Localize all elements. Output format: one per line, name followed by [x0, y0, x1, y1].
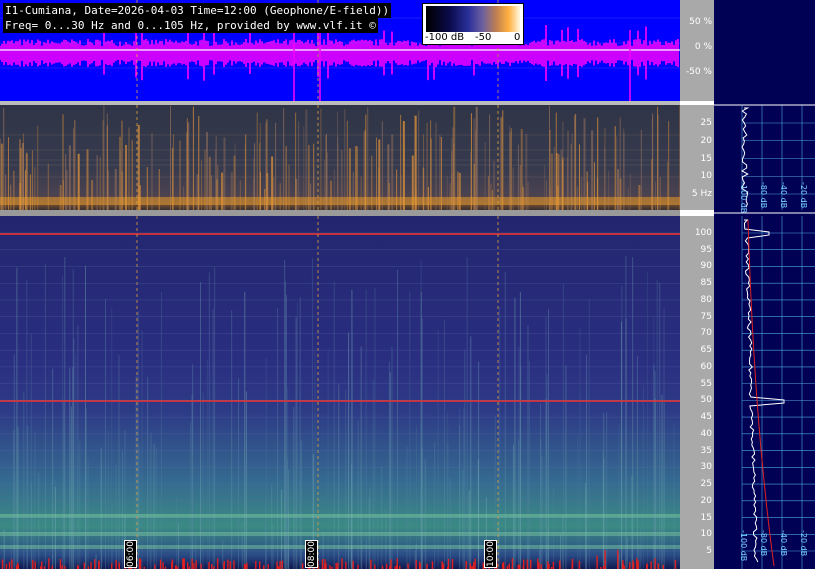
waveform-signal — [0, 25, 679, 81]
high-frequency-tick: 90 — [700, 261, 712, 272]
low-frequency-tick: 10 — [700, 171, 712, 182]
color-scale-legend: -100 dB -50 0 — [422, 3, 524, 45]
waveform-tick: 0 % — [694, 42, 712, 52]
high-frequency-tick: 70 — [700, 328, 712, 339]
high-frequency-tick: 100 — [694, 228, 712, 238]
color-scale-label-max: 0 — [514, 32, 521, 43]
high-frequency-tick: 85 — [700, 278, 712, 289]
high-frequency-tick: 55 — [700, 378, 712, 389]
high-frequency-tick: 10 — [700, 529, 712, 540]
low-frequency-spectrogram — [0, 105, 680, 210]
high-frequency-tick: 75 — [700, 311, 712, 322]
high-frequency-tick: 20 — [700, 495, 712, 506]
profile-trend-line — [747, 219, 775, 567]
spectrum-profile-pane: -100 dB -80 dB -40 dB -20 dB -100 dB -80 dB -4… — [714, 0, 815, 569]
waveform-tick: 50 % — [689, 17, 712, 27]
profile-db-label: -40 dB — [779, 182, 788, 209]
profile-db-label: -80 dB — [759, 182, 768, 209]
high-frequency-tick: 5 — [706, 546, 712, 556]
high-frequency-tick: 65 — [700, 345, 712, 356]
high-frequency-texture — [0, 216, 680, 569]
time-marker: 06:00 — [124, 540, 137, 568]
high-frequency-axis: 100 95 90 85 80 75 70 65 60 55 50 45 40 35 30 25 20 15 10 5 — [680, 216, 714, 569]
waveform-tick: -50 % — [685, 67, 712, 77]
high-frequency-tick: 25 — [700, 479, 712, 490]
low-frequency-axis: 25 20 15 10 5 Hz — [680, 105, 714, 210]
waveform-panel: I1-Cumiana, Date=2026-04-03 Time=12:00 (… — [0, 0, 680, 101]
header-line-1: I1-Cumiana, Date=2026-04-03 Time=12:00 (… — [3, 3, 392, 18]
time-marker: 08:00 — [305, 540, 318, 568]
high-frequency-tick: 60 — [700, 361, 712, 372]
low-frequency-tick: 5 Hz — [691, 189, 712, 199]
color-scale-label-min: -100 dB — [425, 32, 465, 43]
profile-db-label: -100 dB — [739, 530, 748, 562]
profile-db-label: -100 dB — [739, 182, 748, 214]
time-marker: 10:00 — [484, 540, 497, 568]
high-frequency-tick: 95 — [700, 244, 712, 255]
low-frequency-tick: 25 — [700, 118, 712, 128]
high-frequency-spectrogram — [0, 216, 680, 569]
low-frequency-texture — [0, 105, 680, 210]
low-frequency-tick: 20 — [700, 135, 712, 146]
profile-db-label: -80 dB — [759, 530, 768, 557]
spectrum-profile-plot — [714, 104, 815, 569]
waveform-axis: 50 % 0 % -50 % — [680, 0, 714, 101]
high-frequency-tick: 30 — [700, 462, 712, 473]
profile-db-label: -20 dB — [799, 530, 808, 557]
high-frequency-tick: 15 — [700, 512, 712, 523]
color-scale-gradient — [426, 6, 520, 32]
high-frequency-tick: 50 — [700, 395, 712, 406]
color-scale-label-mid: -50 — [475, 32, 492, 43]
spectrogram-band — [0, 532, 680, 536]
high-frequency-tick: 35 — [700, 445, 712, 456]
low-frequency-band — [0, 197, 680, 205]
high-frequency-tick: 45 — [700, 412, 712, 423]
low-frequency-tick: 15 — [700, 153, 712, 164]
header-line-2: Freq= 0...30 Hz and 0...105 Hz, provided… — [3, 18, 378, 33]
profile-db-label: -20 dB — [799, 182, 808, 209]
profile-db-label: -40 dB — [779, 530, 788, 557]
high-frequency-tick: 80 — [700, 294, 712, 305]
spectrogram-band — [0, 545, 680, 549]
station-header: I1-Cumiana, Date=2026-04-03 Time=12:00 (… — [3, 3, 423, 33]
high-frequency-tick: 40 — [700, 428, 712, 439]
